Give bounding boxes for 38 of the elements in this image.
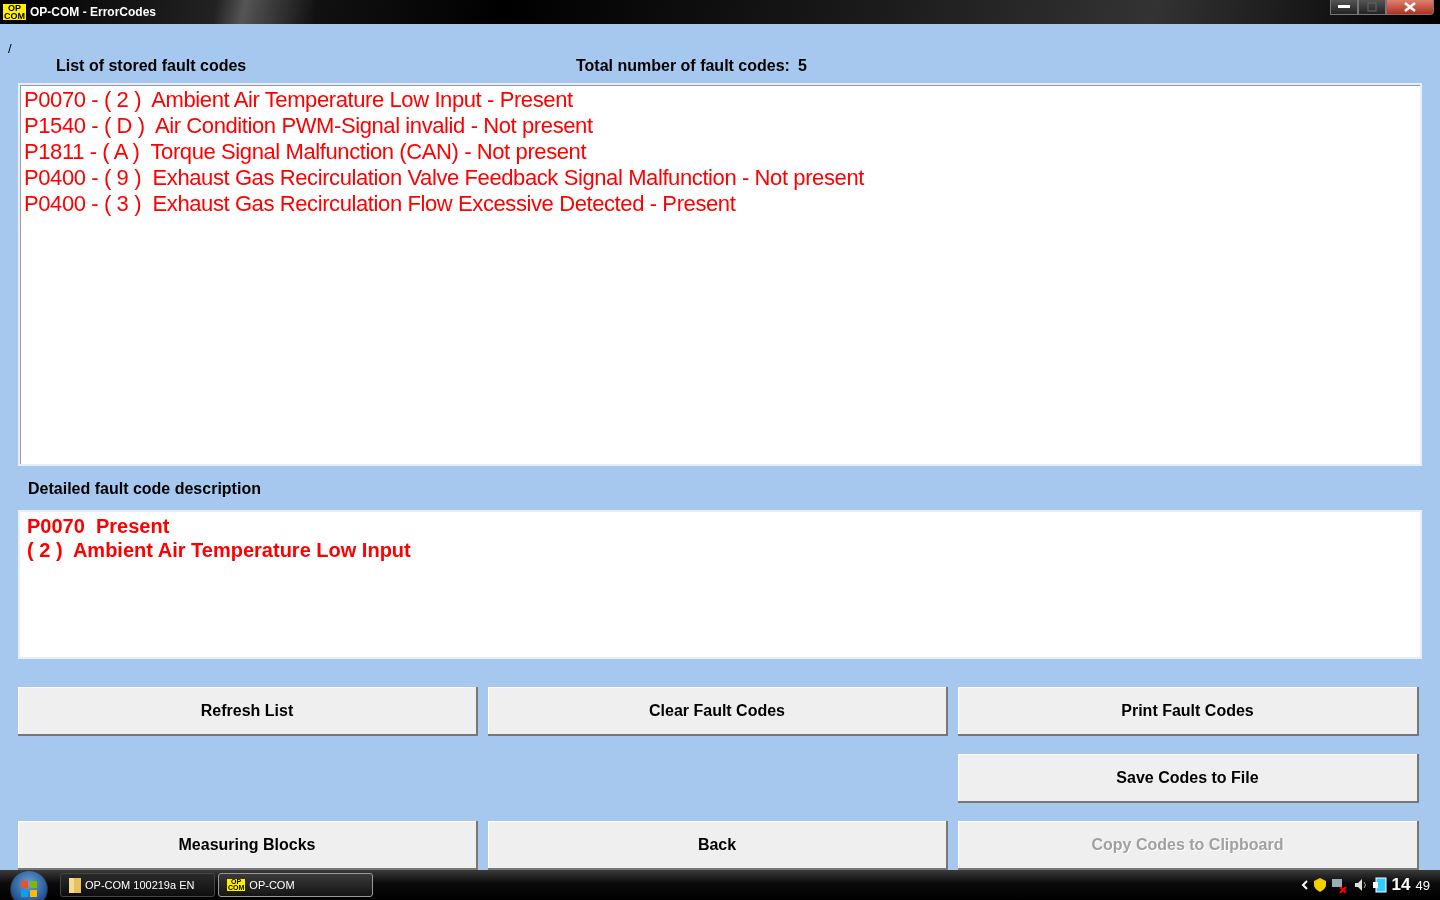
start-button[interactable] <box>10 870 48 900</box>
total-count-value: 5 <box>797 57 807 75</box>
action-button[interactable]: Save Codes to File <box>958 754 1419 803</box>
restore-icon <box>1367 2 1377 12</box>
list-heading: List of stored fault codes <box>56 57 248 75</box>
close-icon <box>1404 2 1416 12</box>
action-button[interactable]: Clear Fault Codes <box>488 687 948 736</box>
fault-code-item[interactable]: P0400 - ( 3 ) Exhaust Gas Recirculation Flow Excessive Detected - Present <box>24 191 1416 217</box>
minimize-icon <box>1338 5 1350 9</box>
battery-icon <box>1372 877 1387 893</box>
speaker-icon <box>1353 878 1368 892</box>
maximize-button[interactable] <box>1358 0 1386 15</box>
detail-heading: Detailed fault code description <box>28 480 261 498</box>
clock-minute: 49 <box>1415 877 1430 893</box>
action-button[interactable]: Print Fault Codes <box>958 687 1419 736</box>
detail-text: P0070 Present <box>27 514 171 538</box>
fault-code-item[interactable]: P1540 - ( D ) Air Condition PWM-Signal invalid - Not present <box>24 113 1416 139</box>
fault-code-item[interactable]: P0400 - ( 9 ) Exhaust Gas Recirculation Valve Feedback Signal Malfunction - Not present <box>24 165 1416 191</box>
action-button[interactable]: Measuring Blocks <box>18 821 478 870</box>
shield-icon <box>1313 878 1326 892</box>
network-error-icon <box>1330 877 1349 893</box>
close-button[interactable] <box>1386 0 1434 15</box>
total-count-label: Total number of fault codes: <box>576 57 790 75</box>
detail-text: ( 2 ) Ambient Air Temperature Low Input <box>27 538 412 562</box>
action-button[interactable]: Back <box>488 821 948 870</box>
op-com-logo: OP COM <box>3 3 26 21</box>
windows-flag-icon <box>20 880 38 898</box>
folder-icon <box>69 877 81 893</box>
fault-code-item[interactable]: P0070 - ( 2 ) Ambient Air Temperature Low Input - Present <box>24 87 1416 113</box>
chevron-left-icon <box>1300 880 1309 890</box>
minimize-button[interactable] <box>1330 0 1358 15</box>
taskbar-item[interactable]: OP-COM 100219a EN <box>60 873 215 897</box>
fault-code-list[interactable] <box>18 83 1422 466</box>
clock-hour: 14 <box>1391 875 1411 895</box>
fault-code-item[interactable]: P1811 - ( A ) Torque Signal Malfunction (CAN) - Not present <box>24 139 1416 165</box>
action-button[interactable]: Refresh List <box>18 687 478 736</box>
slash-mark: / <box>8 41 12 55</box>
window-title: OP-COM - ErrorCodes <box>30 5 156 19</box>
